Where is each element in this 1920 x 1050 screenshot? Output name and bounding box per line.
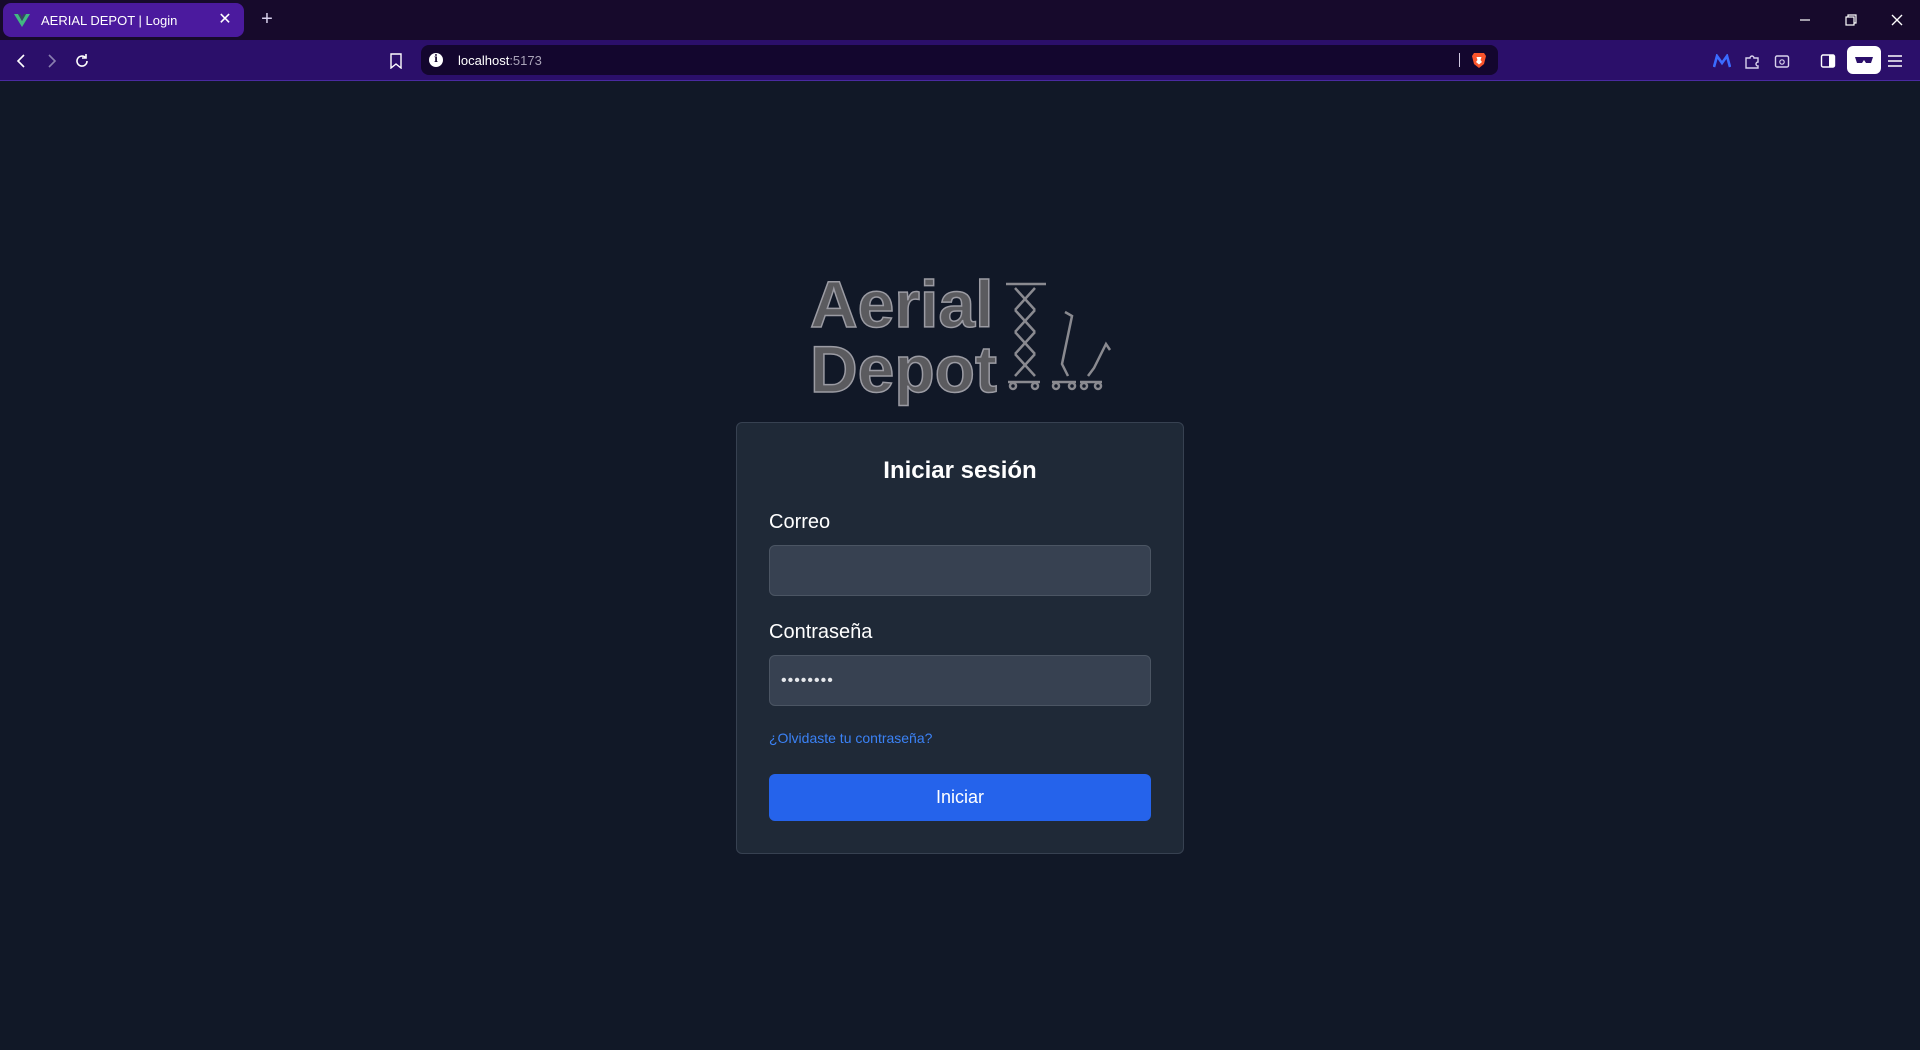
sidebar-icon[interactable]: [1817, 50, 1839, 72]
menu-icon[interactable]: [1884, 50, 1906, 72]
vue-logo-icon: [13, 11, 31, 29]
login-card: Iniciar sesión Correo Contraseña ¿Olvida…: [736, 422, 1184, 854]
scissor-lift-icon: [1006, 282, 1046, 391]
logo-line-1: Aerial: [810, 272, 993, 341]
reload-icon[interactable]: [71, 50, 93, 72]
vpn-icon[interactable]: [1847, 46, 1881, 74]
restore-icon[interactable]: [1839, 8, 1863, 32]
new-tab-icon[interactable]: +: [256, 8, 278, 30]
tab-active[interactable]: AERIAL DEPOT | Login ✕: [3, 3, 244, 37]
site-info-icon[interactable]: i: [429, 53, 443, 67]
boom-lift-icon: [1051, 310, 1077, 391]
forgot-password-link[interactable]: ¿Olvidaste tu contraseña?: [769, 730, 932, 746]
login-submit-button[interactable]: Iniciar: [769, 774, 1151, 821]
browser-tab-bar: AERIAL DEPOT | Login ✕ +: [0, 0, 1920, 40]
email-field[interactable]: [769, 545, 1151, 596]
tab-title: AERIAL DEPOT | Login: [41, 12, 178, 28]
browser-toolbar: i localhost:5173: [0, 40, 1920, 81]
back-icon[interactable]: [11, 50, 33, 72]
address-bar[interactable]: i localhost:5173: [421, 45, 1498, 75]
logo-line-2: Depot: [810, 332, 997, 406]
password-label: Contraseña: [769, 621, 873, 643]
close-window-icon[interactable]: [1885, 8, 1909, 32]
url-host: localhost: [458, 53, 510, 68]
bookmark-icon[interactable]: [385, 50, 407, 72]
tab-close-icon[interactable]: ✕: [216, 11, 234, 29]
minimize-icon[interactable]: [1793, 8, 1817, 32]
brave-shields-icon[interactable]: [1470, 51, 1488, 69]
login-title: Iniciar sesión: [883, 457, 1037, 484]
articulating-lift-icon: [1079, 341, 1112, 391]
aerial-depot-logo: Aerial Depot: [809, 266, 1115, 408]
email-label: Correo: [769, 511, 831, 533]
forward-icon[interactable]: [40, 50, 62, 72]
extension-icon[interactable]: [1711, 50, 1733, 72]
url-text[interactable]: localhost:5173: [458, 53, 542, 68]
password-field[interactable]: [769, 655, 1151, 706]
puzzle-icon[interactable]: [1741, 50, 1763, 72]
url-port: :5173: [509, 53, 542, 68]
url-separator: [1459, 53, 1460, 67]
tab-search-icon[interactable]: [1771, 50, 1793, 72]
